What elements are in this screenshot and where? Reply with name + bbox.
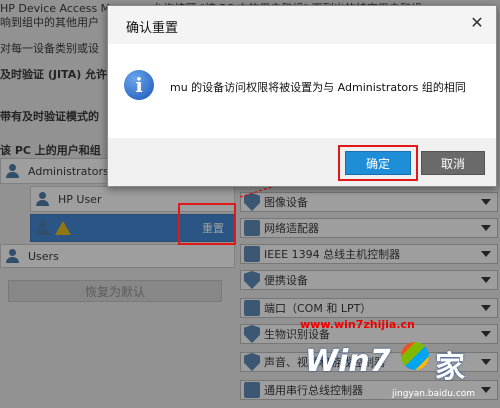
ok-button[interactable]: 确定: [345, 151, 411, 175]
dialog-message: mu 的设备访问权限将被设置为与 Administrators 组的相同: [170, 81, 466, 94]
logo-win7: Win7: [305, 344, 391, 379]
watermark-jingyan: jingyan.baidu.com: [392, 389, 476, 399]
dialog-button-bar: 确定 取消: [108, 138, 496, 186]
windows-logo-icon: [401, 342, 429, 370]
dialog-titlebar: 确认重置 ✕: [108, 6, 496, 44]
watermark-logo: Win7 家: [305, 340, 485, 390]
info-icon: i: [124, 70, 154, 100]
logo-suffix: 家: [435, 350, 465, 385]
watermark-url: www.win7zhijia.cn: [300, 318, 415, 331]
confirm-reset-dialog: 确认重置 ✕ i mu 的设备访问权限将被设置为与 Administrators…: [107, 5, 497, 187]
cancel-button[interactable]: 取消: [421, 151, 485, 175]
dialog-title: 确认重置: [126, 21, 179, 36]
close-icon[interactable]: ✕: [468, 14, 486, 32]
